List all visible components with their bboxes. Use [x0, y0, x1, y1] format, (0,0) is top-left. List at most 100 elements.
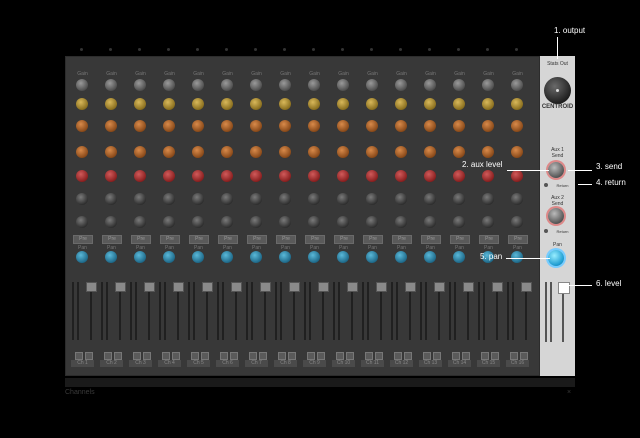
- channel-fader[interactable]: [173, 282, 184, 292]
- channel-knob[interactable]: [366, 79, 378, 91]
- channel-knob[interactable]: [105, 193, 117, 205]
- master-level-fader[interactable]: [558, 282, 570, 294]
- pan-knob[interactable]: [424, 251, 436, 263]
- channel-knob[interactable]: [221, 170, 233, 182]
- channel-knob[interactable]: [163, 120, 175, 132]
- mute-button[interactable]: [220, 352, 228, 360]
- channel-knob[interactable]: [163, 98, 175, 110]
- output-knob[interactable]: [544, 77, 571, 104]
- channel-knob[interactable]: [308, 216, 320, 228]
- channel-knob[interactable]: [250, 146, 262, 158]
- channel-knob[interactable]: [453, 170, 465, 182]
- channel-knob[interactable]: [279, 146, 291, 158]
- channel-knob[interactable]: [163, 193, 175, 205]
- pre-button[interactable]: Pre: [508, 235, 528, 244]
- solo-button[interactable]: [404, 352, 412, 360]
- channel-fader[interactable]: [347, 282, 358, 292]
- channel-knob[interactable]: [337, 146, 349, 158]
- pre-button[interactable]: Pre: [160, 235, 180, 244]
- channel-knob[interactable]: [163, 146, 175, 158]
- channel-knob[interactable]: [337, 120, 349, 132]
- solo-button[interactable]: [172, 352, 180, 360]
- channel-knob[interactable]: [337, 193, 349, 205]
- channel-knob[interactable]: [308, 120, 320, 132]
- pre-button[interactable]: Pre: [421, 235, 441, 244]
- channel-knob[interactable]: [395, 170, 407, 182]
- channel-knob[interactable]: [424, 170, 436, 182]
- channel-knob[interactable]: [337, 79, 349, 91]
- channel-knob[interactable]: [192, 79, 204, 91]
- mute-button[interactable]: [481, 352, 489, 360]
- pre-button[interactable]: Pre: [450, 235, 470, 244]
- channel-knob[interactable]: [192, 193, 204, 205]
- pre-button[interactable]: Pre: [392, 235, 412, 244]
- channel-knob[interactable]: [366, 98, 378, 110]
- channel-knob[interactable]: [163, 170, 175, 182]
- mute-button[interactable]: [307, 352, 315, 360]
- channel-knob[interactable]: [76, 79, 88, 91]
- channel-knob[interactable]: [424, 216, 436, 228]
- channel-fader[interactable]: [202, 282, 213, 292]
- channel-knob[interactable]: [453, 146, 465, 158]
- channel-fader[interactable]: [318, 282, 329, 292]
- channel-knob[interactable]: [482, 193, 494, 205]
- channel-knob[interactable]: [308, 79, 320, 91]
- channel-knob[interactable]: [453, 216, 465, 228]
- channel-knob[interactable]: [163, 79, 175, 91]
- channel-fader[interactable]: [231, 282, 242, 292]
- pan-knob[interactable]: [250, 251, 262, 263]
- channel-knob[interactable]: [482, 120, 494, 132]
- channel-knob[interactable]: [308, 170, 320, 182]
- channel-knob[interactable]: [366, 216, 378, 228]
- channel-knob[interactable]: [105, 120, 117, 132]
- pan-knob[interactable]: [76, 251, 88, 263]
- channel-knob[interactable]: [482, 170, 494, 182]
- aux1-level-knob[interactable]: [548, 162, 564, 178]
- channel-knob[interactable]: [482, 146, 494, 158]
- channel-knob[interactable]: [337, 98, 349, 110]
- pan-knob[interactable]: [279, 251, 291, 263]
- pan-knob[interactable]: [308, 251, 320, 263]
- mute-button[interactable]: [191, 352, 199, 360]
- solo-button[interactable]: [375, 352, 383, 360]
- solo-button[interactable]: [114, 352, 122, 360]
- mute-button[interactable]: [278, 352, 286, 360]
- solo-button[interactable]: [288, 352, 296, 360]
- solo-button[interactable]: [433, 352, 441, 360]
- pan-knob[interactable]: [105, 251, 117, 263]
- pre-button[interactable]: Pre: [363, 235, 383, 244]
- channel-knob[interactable]: [453, 193, 465, 205]
- mute-button[interactable]: [75, 352, 83, 360]
- channel-knob[interactable]: [366, 120, 378, 132]
- mute-button[interactable]: [452, 352, 460, 360]
- pan-knob[interactable]: [192, 251, 204, 263]
- channel-knob[interactable]: [76, 98, 88, 110]
- pre-button[interactable]: Pre: [276, 235, 296, 244]
- channel-knob[interactable]: [482, 79, 494, 91]
- channel-knob[interactable]: [279, 98, 291, 110]
- pre-button[interactable]: Pre: [218, 235, 238, 244]
- channel-fader[interactable]: [463, 282, 474, 292]
- channel-knob[interactable]: [76, 216, 88, 228]
- channel-fader[interactable]: [376, 282, 387, 292]
- channel-knob[interactable]: [192, 170, 204, 182]
- channel-knob[interactable]: [192, 120, 204, 132]
- channel-knob[interactable]: [453, 120, 465, 132]
- channel-knob[interactable]: [250, 120, 262, 132]
- channel-knob[interactable]: [134, 120, 146, 132]
- channel-knob[interactable]: [134, 98, 146, 110]
- channel-knob[interactable]: [221, 146, 233, 158]
- channel-knob[interactable]: [134, 170, 146, 182]
- channel-knob[interactable]: [163, 216, 175, 228]
- channel-knob[interactable]: [279, 79, 291, 91]
- pan-knob[interactable]: [134, 251, 146, 263]
- solo-button[interactable]: [317, 352, 325, 360]
- channel-knob[interactable]: [105, 170, 117, 182]
- channel-knob[interactable]: [511, 79, 523, 91]
- channel-knob[interactable]: [395, 120, 407, 132]
- channel-knob[interactable]: [308, 146, 320, 158]
- channel-knob[interactable]: [76, 170, 88, 182]
- channel-knob[interactable]: [192, 146, 204, 158]
- solo-button[interactable]: [491, 352, 499, 360]
- channel-knob[interactable]: [511, 98, 523, 110]
